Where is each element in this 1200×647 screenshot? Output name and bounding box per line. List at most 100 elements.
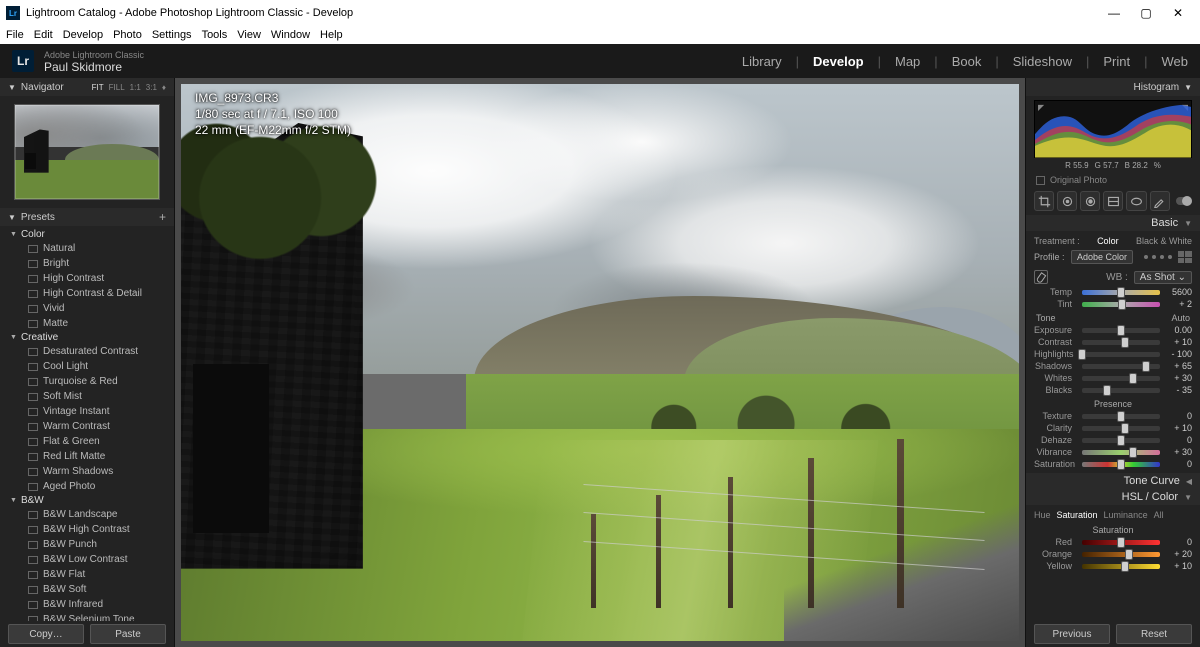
sat-red-slider[interactable] [1082, 540, 1160, 545]
shadows-slider[interactable] [1082, 364, 1160, 369]
preset-item[interactable]: High Contrast [0, 271, 174, 286]
dehaze-slider[interactable] [1082, 438, 1160, 443]
module-map[interactable]: Map [895, 54, 920, 69]
menu-view[interactable]: View [237, 29, 261, 41]
maximize-button[interactable]: ▢ [1130, 6, 1162, 20]
hsl-header[interactable]: HSL / Color▼ [1026, 489, 1200, 505]
preset-group[interactable]: ▼Color [0, 228, 174, 241]
preset-item[interactable]: Matte [0, 316, 174, 331]
hsl-tab-all[interactable]: All [1154, 510, 1164, 520]
tone-curve-header[interactable]: Tone Curve◀ [1026, 473, 1200, 489]
preset-group[interactable]: ▼B&W [0, 494, 174, 507]
nav-opt-fill[interactable]: FILL [109, 83, 125, 92]
preset-item[interactable]: Cool Light [0, 359, 174, 374]
navigator-thumbnail[interactable] [14, 104, 160, 200]
preset-item[interactable]: Vintage Instant [0, 404, 174, 419]
sat-yellow-slider[interactable] [1082, 564, 1160, 569]
preset-item[interactable]: B&W Flat [0, 567, 174, 582]
preset-item[interactable]: Bright [0, 256, 174, 271]
profile-browser-icon[interactable] [1178, 251, 1192, 263]
temp-value[interactable]: 5600 [1164, 287, 1192, 297]
nav-opt-more-icon[interactable]: ♦ [162, 83, 166, 92]
loupe-view[interactable]: IMG_8973.CR3 1/80 sec at f / 7.1, ISO 10… [181, 84, 1019, 641]
menu-edit[interactable]: Edit [34, 29, 53, 41]
blacks-slider[interactable] [1082, 388, 1160, 393]
spot-removal-tool-icon[interactable] [1057, 191, 1077, 211]
preset-item[interactable]: B&W Infrared [0, 597, 174, 612]
reset-button[interactable]: Reset [1116, 624, 1192, 644]
preset-item[interactable]: Soft Mist [0, 389, 174, 404]
preset-item[interactable]: Red Lift Matte [0, 449, 174, 464]
preset-item[interactable]: High Contrast & Detail [0, 286, 174, 301]
tint-value[interactable]: + 2 [1164, 299, 1192, 309]
radial-filter-tool-icon[interactable] [1126, 191, 1146, 211]
crop-tool-icon[interactable] [1034, 191, 1054, 211]
saturation-slider[interactable] [1082, 462, 1160, 467]
preset-item[interactable]: Flat & Green [0, 434, 174, 449]
hsl-tab-saturation[interactable]: Saturation [1057, 510, 1098, 520]
minimize-button[interactable]: — [1098, 6, 1130, 20]
menu-photo[interactable]: Photo [113, 29, 142, 41]
nav-opt-fit[interactable]: FIT [92, 83, 104, 92]
menu-settings[interactable]: Settings [152, 29, 192, 41]
treatment-color[interactable]: Color [1097, 236, 1119, 246]
histogram[interactable]: ◤ ◥ [1034, 100, 1192, 158]
clarity-slider[interactable] [1082, 426, 1160, 431]
preset-item[interactable]: Desaturated Contrast [0, 344, 174, 359]
module-develop[interactable]: Develop [813, 54, 864, 69]
adjustment-brush-tool-icon[interactable] [1150, 191, 1170, 211]
preset-item[interactable]: B&W Soft [0, 582, 174, 597]
whites-slider[interactable] [1082, 376, 1160, 381]
histogram-header[interactable]: Histogram ▼ [1026, 78, 1200, 96]
module-book[interactable]: Book [952, 54, 982, 69]
panel-switch-icon[interactable] [1176, 197, 1192, 205]
menu-file[interactable]: File [6, 29, 24, 41]
wb-select[interactable]: As Shot ⌄ [1134, 271, 1192, 284]
preset-item[interactable]: B&W Punch [0, 537, 174, 552]
previous-button[interactable]: Previous [1034, 624, 1110, 644]
original-photo-toggle[interactable]: Original Photo [1026, 173, 1200, 187]
profile-nav-icon[interactable] [1144, 255, 1172, 259]
sat-orange-slider[interactable] [1082, 552, 1160, 557]
treatment-bw[interactable]: Black & White [1136, 236, 1192, 246]
tint-slider[interactable] [1082, 302, 1160, 307]
add-preset-icon[interactable]: + [159, 210, 166, 224]
profile-select[interactable]: Adobe Color [1071, 250, 1133, 264]
module-print[interactable]: Print [1103, 54, 1130, 69]
menu-help[interactable]: Help [320, 29, 343, 41]
copy-button[interactable]: Copy… [8, 624, 84, 644]
preset-item[interactable]: Turquoise & Red [0, 374, 174, 389]
nav-opt-3-1[interactable]: 3:1 [146, 83, 157, 92]
wb-picker-tool-icon[interactable] [1034, 270, 1048, 284]
checkbox-icon[interactable] [1036, 176, 1045, 185]
preset-item[interactable]: B&W Selenium Tone [0, 612, 174, 621]
preset-item[interactable]: Aged Photo [0, 479, 174, 494]
vibrance-slider[interactable] [1082, 450, 1160, 455]
highlights-slider[interactable] [1082, 352, 1160, 357]
close-button[interactable]: ✕ [1162, 6, 1194, 20]
menu-window[interactable]: Window [271, 29, 310, 41]
contrast-slider[interactable] [1082, 340, 1160, 345]
preset-item[interactable]: B&W High Contrast [0, 522, 174, 537]
module-slideshow[interactable]: Slideshow [1013, 54, 1072, 69]
menu-develop[interactable]: Develop [63, 29, 103, 41]
preset-item[interactable]: B&W Low Contrast [0, 552, 174, 567]
auto-button[interactable]: Auto [1171, 313, 1190, 323]
preset-item[interactable]: B&W Landscape [0, 507, 174, 522]
paste-button[interactable]: Paste [90, 624, 166, 644]
menu-tools[interactable]: Tools [202, 29, 228, 41]
module-web[interactable]: Web [1162, 54, 1189, 69]
preset-item[interactable]: Natural [0, 241, 174, 256]
redeye-tool-icon[interactable] [1080, 191, 1100, 211]
preset-group[interactable]: ▼Creative [0, 331, 174, 344]
basic-header[interactable]: Basic▼ [1026, 215, 1200, 231]
nav-opt-1-1[interactable]: 1:1 [130, 83, 141, 92]
preset-item[interactable]: Warm Shadows [0, 464, 174, 479]
preset-item[interactable]: Warm Contrast [0, 419, 174, 434]
module-library[interactable]: Library [742, 54, 782, 69]
presets-header[interactable]: ▼ Presets + [0, 208, 174, 226]
graduated-filter-tool-icon[interactable] [1103, 191, 1123, 211]
texture-slider[interactable] [1082, 414, 1160, 419]
temp-slider[interactable] [1082, 290, 1160, 295]
exposure-slider[interactable] [1082, 328, 1160, 333]
